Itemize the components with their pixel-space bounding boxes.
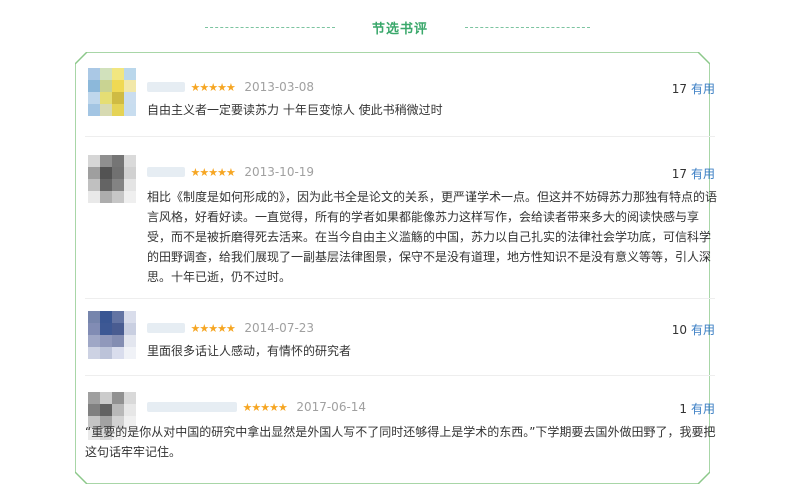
avatar-pixel [100, 167, 112, 179]
review-divider [85, 375, 715, 376]
review-date: 2014-07-23 [244, 321, 315, 335]
review-meta: ★★★★★ 2013-10-19 [147, 165, 314, 179]
review-meta: ★★★★★ 2013-03-08 [147, 80, 314, 94]
avatar-pixel [112, 155, 124, 167]
avatar-pixel [124, 68, 136, 80]
avatar-pixel [112, 311, 124, 323]
avatar-pixel [100, 335, 112, 347]
avatar-pixel [88, 92, 100, 104]
avatar-pixel [100, 347, 112, 359]
avatar-pixel [112, 335, 124, 347]
avatar[interactable] [88, 155, 136, 203]
useful-label[interactable]: 有用 [691, 82, 715, 96]
review-text: 相比《制度是如何形成的》，因为此书全是论文的关系，更严谨学术一点。但这并不妨碍苏… [147, 190, 718, 284]
avatar-pixel [124, 167, 136, 179]
useful-vote[interactable]: 10 有用 [672, 321, 715, 338]
avatar-pixel [88, 404, 100, 416]
useful-vote[interactable]: 17 有用 [672, 80, 715, 97]
rating-stars: ★★★★★ [190, 165, 236, 179]
rating-stars: ★★★★★ [190, 80, 236, 94]
avatar-pixel [112, 104, 124, 116]
avatar-pixel [100, 104, 112, 116]
rating-stars: ★★★★★ [242, 400, 288, 414]
review-text: 自由主义者一定要读苏力 十年巨变惊人 使此书稍微过时 [147, 103, 443, 117]
rating-stars: ★★★★★ [190, 321, 236, 335]
avatar-pixel [100, 311, 112, 323]
avatar-pixel [100, 404, 112, 416]
avatar-pixel [88, 311, 100, 323]
review-meta: ★★★★★ 2017-06-14 [147, 400, 366, 414]
review-text: 里面很多话让人感动，有情怀的研究者 [147, 344, 352, 358]
review-date: 2013-03-08 [244, 80, 315, 94]
review-meta: ★★★★★ 2014-07-23 [147, 321, 314, 335]
avatar-pixel [124, 191, 136, 203]
avatar-pixel [112, 68, 124, 80]
avatar-pixel [88, 167, 100, 179]
review-date: 2013-10-19 [244, 165, 315, 179]
avatar-pixel [100, 68, 112, 80]
avatar[interactable] [88, 311, 136, 359]
avatar-pixel [124, 92, 136, 104]
avatar-pixel [88, 68, 100, 80]
useful-vote[interactable]: 17 有用 [672, 165, 715, 182]
avatar-pixel [100, 392, 112, 404]
username[interactable] [147, 167, 185, 177]
avatar-pixel [88, 179, 100, 191]
review-text: “重要的是你从对中国的研究中拿出显然是外国人写不了同时还够得上是学术的东西。”下… [85, 425, 716, 459]
avatar-pixel [124, 347, 136, 359]
useful-count: 17 [671, 82, 687, 96]
avatar-pixel [124, 392, 136, 404]
useful-count: 1 [679, 402, 687, 416]
avatar-pixel [124, 155, 136, 167]
header-dashed-line-left [205, 27, 335, 28]
avatar-pixel [88, 191, 100, 203]
header-dashed-line-right [465, 27, 590, 28]
avatar-pixel [88, 392, 100, 404]
avatar-pixel [88, 80, 100, 92]
review-divider [85, 298, 715, 299]
avatar-pixel [124, 335, 136, 347]
avatar-pixel [100, 191, 112, 203]
avatar-pixel [88, 104, 100, 116]
avatar-pixel [112, 167, 124, 179]
username[interactable] [147, 82, 185, 92]
avatar-pixel [100, 155, 112, 167]
username[interactable] [147, 402, 237, 412]
avatar-pixel [112, 179, 124, 191]
useful-label[interactable]: 有用 [691, 323, 715, 337]
useful-count: 10 [671, 323, 687, 337]
section-title: 节选书评 [371, 22, 428, 37]
username[interactable] [147, 323, 185, 333]
reviews-frame: ★★★★★ 2013-03-08 17 有用 自由主义者一定要读苏力 十年巨变惊人… [75, 52, 717, 484]
avatar-pixel [124, 179, 136, 191]
avatar-pixel [112, 404, 124, 416]
avatar[interactable] [88, 68, 136, 116]
review-date: 2017-06-14 [296, 400, 367, 414]
review-divider [85, 136, 715, 137]
avatar-pixel [124, 404, 136, 416]
useful-vote[interactable]: 1 有用 [679, 400, 715, 417]
avatar-pixel [100, 80, 112, 92]
avatar-pixel [112, 92, 124, 104]
avatar-pixel [112, 392, 124, 404]
section-header: 节选书评 [0, 0, 785, 48]
avatar-pixel [100, 179, 112, 191]
useful-label[interactable]: 有用 [691, 167, 715, 181]
avatar-pixel [124, 80, 136, 92]
avatar-pixel [88, 335, 100, 347]
useful-count: 17 [671, 167, 687, 181]
avatar-pixel [100, 323, 112, 335]
avatar-pixel [112, 347, 124, 359]
avatar-pixel [112, 323, 124, 335]
avatar-pixel [88, 347, 100, 359]
avatar-pixel [124, 104, 136, 116]
avatar-pixel [124, 323, 136, 335]
useful-label[interactable]: 有用 [691, 402, 715, 416]
avatar-pixel [112, 80, 124, 92]
avatar-pixel [88, 323, 100, 335]
avatar-pixel [100, 92, 112, 104]
avatar-pixel [88, 155, 100, 167]
avatar-pixel [124, 311, 136, 323]
avatar-pixel [112, 191, 124, 203]
